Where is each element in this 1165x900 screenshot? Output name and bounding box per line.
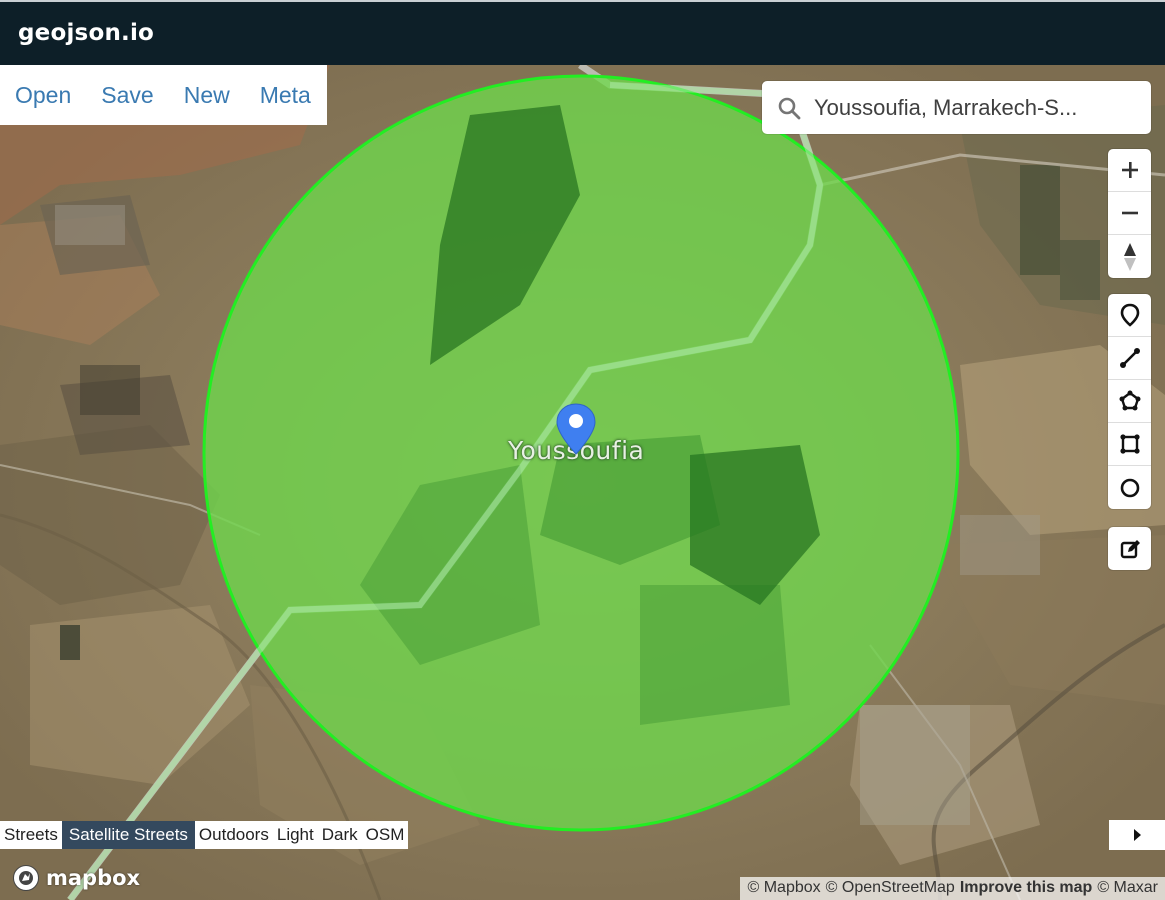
layer-streets[interactable]: Streets (0, 821, 62, 849)
zoom-in-button[interactable] (1108, 149, 1151, 192)
circle-icon (1120, 478, 1139, 497)
zoom-out-button[interactable] (1108, 192, 1151, 235)
mapbox-logo-icon (13, 865, 39, 891)
attribution-mapbox-link[interactable]: © Mapbox (747, 879, 820, 900)
geocoder-search (762, 81, 1151, 134)
new-button[interactable]: New (184, 82, 230, 109)
chevron-right-icon (1134, 829, 1141, 841)
open-button[interactable]: Open (15, 82, 71, 109)
save-button[interactable]: Save (101, 82, 153, 109)
line-icon (1119, 348, 1140, 368)
layer-outdoors[interactable]: Outdoors (195, 821, 273, 849)
draw-circle-button[interactable] (1108, 466, 1151, 509)
satellite-imagery (0, 65, 1165, 900)
compass-icon (1123, 242, 1136, 271)
map-canvas[interactable] (0, 65, 1165, 900)
edit-tools (1108, 527, 1151, 570)
attribution-maxar-link[interactable]: © Maxar (1097, 879, 1158, 900)
app-header: geojson.io (0, 0, 1165, 65)
rectangle-icon (1119, 434, 1140, 454)
draw-point-button[interactable] (1108, 294, 1151, 337)
draw-polygon-button[interactable] (1108, 380, 1151, 423)
navigation-controls (1108, 149, 1151, 278)
search-input[interactable] (814, 89, 1139, 126)
attribution: © Mapbox © OpenStreetMap Improve this ma… (740, 877, 1165, 900)
layer-satellite-streets[interactable]: Satellite Streets (61, 821, 195, 849)
improve-map-link[interactable]: Improve this map (960, 879, 1092, 900)
search-icon (778, 97, 801, 120)
draw-tools (1108, 294, 1151, 509)
map-marker[interactable] (555, 402, 597, 456)
minus-icon (1121, 211, 1138, 215)
attribution-osm-link[interactable]: © OpenStreetMap (826, 879, 955, 900)
mapbox-logo-text: mapbox (46, 866, 141, 890)
meta-button[interactable]: Meta (260, 82, 311, 109)
polygon-icon (1119, 390, 1140, 411)
layer-switcher: Streets Satellite Streets Outdoors Light… (0, 821, 409, 849)
edit-button[interactable] (1108, 527, 1151, 570)
compass-button[interactable] (1108, 235, 1151, 278)
marker-icon (1120, 303, 1139, 327)
mapbox-logo[interactable]: mapbox (12, 864, 140, 892)
expand-panel-button[interactable] (1109, 820, 1165, 850)
app-title[interactable]: geojson.io (18, 20, 154, 46)
draw-rectangle-button[interactable] (1108, 423, 1151, 466)
layer-dark[interactable]: Dark (318, 821, 362, 849)
marker-pin-icon (556, 403, 596, 455)
layer-light[interactable]: Light (273, 821, 318, 849)
layer-osm[interactable]: OSM (362, 821, 409, 849)
edit-icon (1120, 539, 1140, 558)
file-menu: Open Save New Meta (0, 65, 327, 125)
draw-line-button[interactable] (1108, 337, 1151, 380)
plus-icon (1121, 162, 1138, 178)
